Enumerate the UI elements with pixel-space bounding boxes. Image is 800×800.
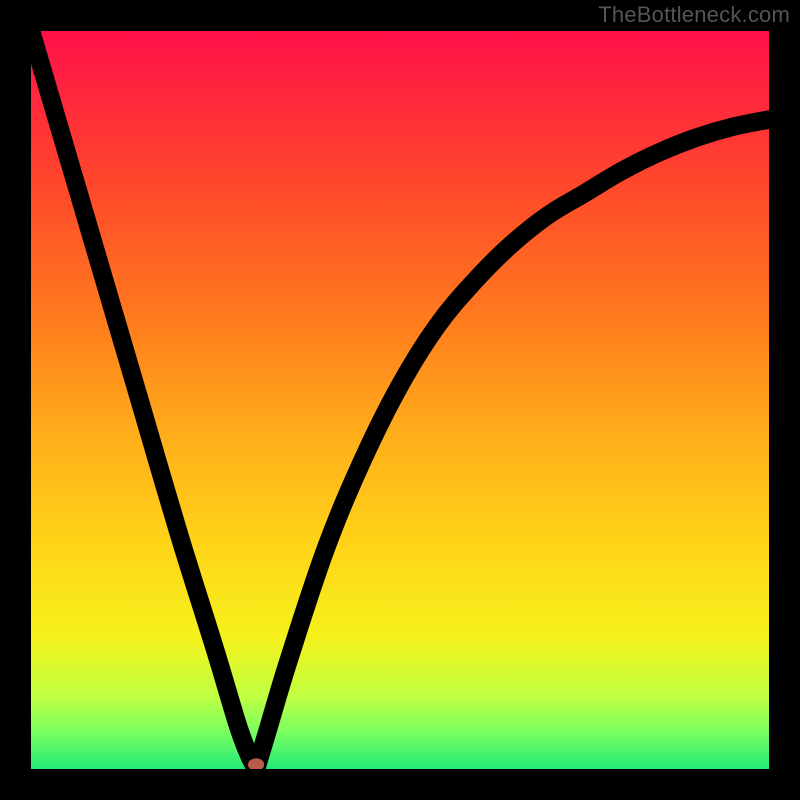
watermark-text: TheBottleneck.com — [598, 2, 790, 28]
bottleneck-plot — [31, 31, 769, 769]
chart-container: TheBottleneck.com — [0, 0, 800, 800]
